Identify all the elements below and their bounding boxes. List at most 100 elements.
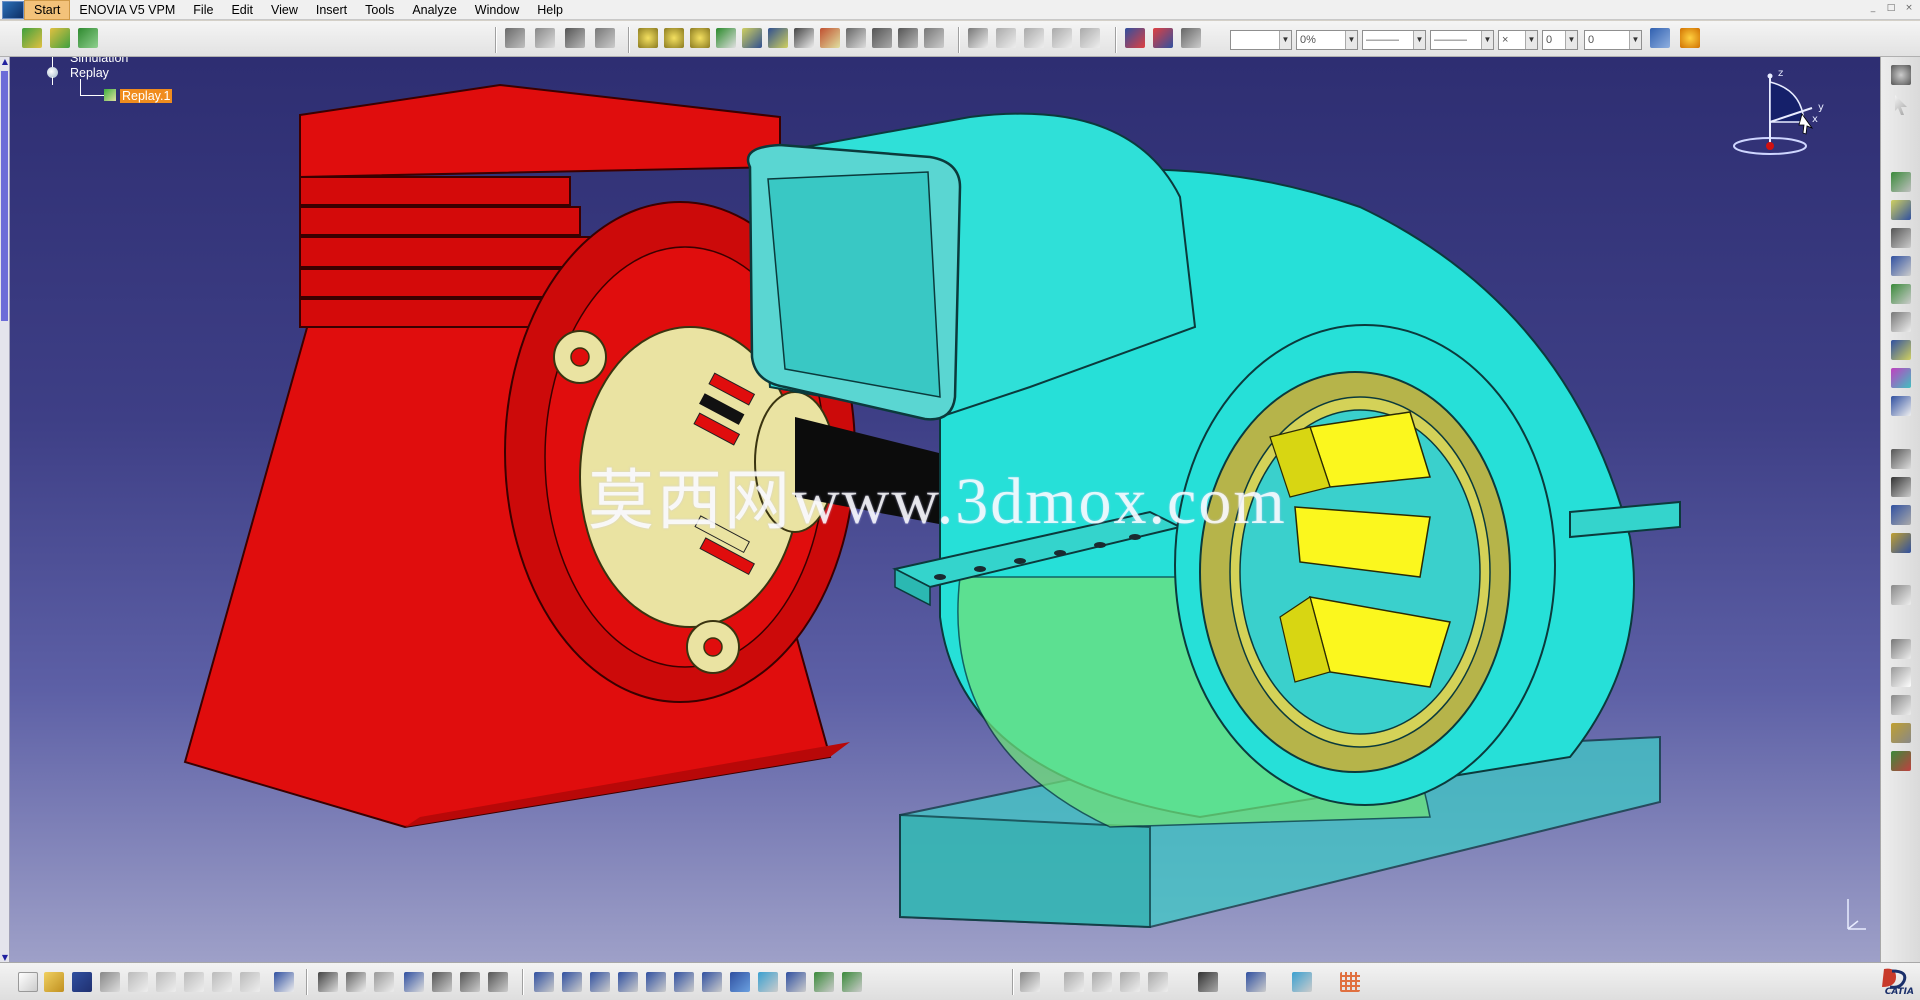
menu-file[interactable]: File [184, 0, 222, 20]
minimize-button[interactable]: _ [1866, 2, 1880, 14]
lock-icon[interactable] [460, 972, 480, 992]
properties-icon[interactable] [968, 28, 988, 48]
tree-item-replay[interactable]: Replay [70, 66, 109, 80]
iso-view-icon[interactable] [758, 972, 778, 992]
gear-settings-icon[interactable] [1891, 585, 1911, 605]
visualization-icon[interactable] [996, 28, 1016, 48]
layer-value-combo[interactable]: 0 ▼ [1584, 30, 1642, 50]
replace-icon[interactable] [78, 28, 98, 48]
distance-icon[interactable] [716, 28, 736, 48]
fix-icon[interactable] [1891, 312, 1911, 332]
fit-all-icon[interactable] [562, 972, 582, 992]
bulb-icon[interactable] [1680, 28, 1700, 48]
clash-icon[interactable] [690, 28, 710, 48]
text-abc-icon[interactable] [1891, 667, 1911, 687]
compile-icon[interactable] [638, 28, 658, 48]
swap-space-icon[interactable] [842, 972, 862, 992]
render-style-icon[interactable] [786, 972, 806, 992]
menu-edit[interactable]: Edit [222, 0, 262, 20]
update-icon[interactable] [872, 28, 892, 48]
format-painter-icon[interactable] [1650, 28, 1670, 48]
redo-icon[interactable] [240, 972, 260, 992]
table-icon[interactable] [404, 972, 424, 992]
capture-icon[interactable] [1246, 972, 1266, 992]
swept-volume-icon[interactable] [664, 28, 684, 48]
weld-icon[interactable] [1891, 533, 1911, 553]
save-icon[interactable] [72, 972, 92, 992]
measure-icon[interactable] [1891, 449, 1911, 469]
hide-show-icon[interactable] [814, 972, 834, 992]
menu-insert[interactable]: Insert [307, 0, 356, 20]
scroll-down-icon[interactable]: ▼ [0, 953, 10, 962]
filter-icon[interactable] [1080, 28, 1100, 48]
group-select-icon[interactable] [1120, 972, 1140, 992]
undo-icon[interactable] [212, 972, 232, 992]
spring-icon[interactable] [1891, 172, 1911, 192]
tree-item-replay-1[interactable]: Replay.1 [120, 89, 173, 103]
tree-icon[interactable] [432, 972, 452, 992]
compass-icon[interactable]: z y x [1732, 62, 1842, 182]
catia-app-icon[interactable] [2, 0, 24, 19]
replay-icon[interactable] [595, 28, 615, 48]
sectioning-icon[interactable] [742, 28, 762, 48]
analysis-icon[interactable] [846, 28, 866, 48]
copy-icon[interactable] [156, 972, 176, 992]
dimension-icon[interactable] [1891, 639, 1911, 659]
rotate-icon[interactable] [618, 972, 638, 992]
print-icon[interactable] [100, 972, 120, 992]
hide-icon[interactable] [1024, 28, 1044, 48]
group-icon[interactable] [924, 28, 944, 48]
multi-view-icon[interactable] [730, 972, 750, 992]
snap-icon[interactable] [1891, 368, 1911, 388]
camera-icon[interactable] [1198, 972, 1218, 992]
scroll-up-icon[interactable]: ▲ [0, 57, 10, 66]
show-icon[interactable] [1052, 28, 1072, 48]
grid-icon[interactable] [1340, 972, 1360, 992]
close-button[interactable]: × [1902, 2, 1916, 14]
annotation-toolbar-icon[interactable] [1125, 28, 1145, 48]
clash-analysis-icon[interactable] [898, 28, 918, 48]
balloon-icon[interactable] [1891, 695, 1911, 715]
menu-tools[interactable]: Tools [356, 0, 403, 20]
catalog-icon[interactable] [820, 28, 840, 48]
assembly-icon[interactable] [1891, 256, 1911, 276]
constraint-icon[interactable] [1891, 284, 1911, 304]
point-type-combo[interactable]: × ▼ [1498, 30, 1538, 50]
shuttle-icon[interactable] [768, 28, 788, 48]
sketch-icon[interactable] [1891, 477, 1911, 497]
new-from-icon[interactable] [22, 28, 42, 48]
track-icon[interactable] [535, 28, 555, 48]
menu-help[interactable]: Help [528, 0, 572, 20]
apply-icon[interactable] [1181, 28, 1201, 48]
explode-icon[interactable] [1891, 396, 1911, 416]
transparency-combo[interactable]: 0% ▼ [1296, 30, 1358, 50]
3d-viewport[interactable]: Simulation Replay Replay.1 莫西网www.3dmox.… [10, 57, 1880, 962]
line-thickness-combo[interactable]: ——— ▼ [1362, 30, 1426, 50]
cube-icon[interactable] [1891, 200, 1911, 220]
chevron-right-icon[interactable] [1092, 972, 1112, 992]
insert-product-icon[interactable] [50, 28, 70, 48]
select-cursor-icon[interactable] [1895, 95, 1907, 115]
joints-icon[interactable] [1891, 228, 1911, 248]
ungroup-icon[interactable] [1148, 972, 1168, 992]
whats-this-icon[interactable] [274, 972, 294, 992]
formula-icon[interactable] [318, 972, 338, 992]
new-file-icon[interactable] [18, 972, 38, 992]
comment-icon[interactable] [374, 972, 394, 992]
paint-icon[interactable] [1891, 751, 1911, 771]
zoom-in-icon[interactable] [646, 972, 666, 992]
scene-icon[interactable] [794, 28, 814, 48]
menu-analyze[interactable]: Analyze [403, 0, 465, 20]
menu-start[interactable]: Start [24, 0, 71, 20]
annotation-icon[interactable] [1891, 505, 1911, 525]
menu-enovia[interactable]: ENOVIA V5 VPM [70, 0, 184, 20]
line-type-combo[interactable]: ——— ▼ [1430, 30, 1494, 50]
layer-combo[interactable]: 0 ▼ [1542, 30, 1578, 50]
zoom-out-icon[interactable] [674, 972, 694, 992]
paste-icon[interactable] [184, 972, 204, 992]
menu-view[interactable]: View [262, 0, 307, 20]
plane-view-icon[interactable] [1292, 972, 1312, 992]
scroll-thumb[interactable] [1, 71, 8, 321]
layer-icon[interactable] [1153, 28, 1173, 48]
tree-item-simulation[interactable]: Simulation [70, 57, 128, 65]
